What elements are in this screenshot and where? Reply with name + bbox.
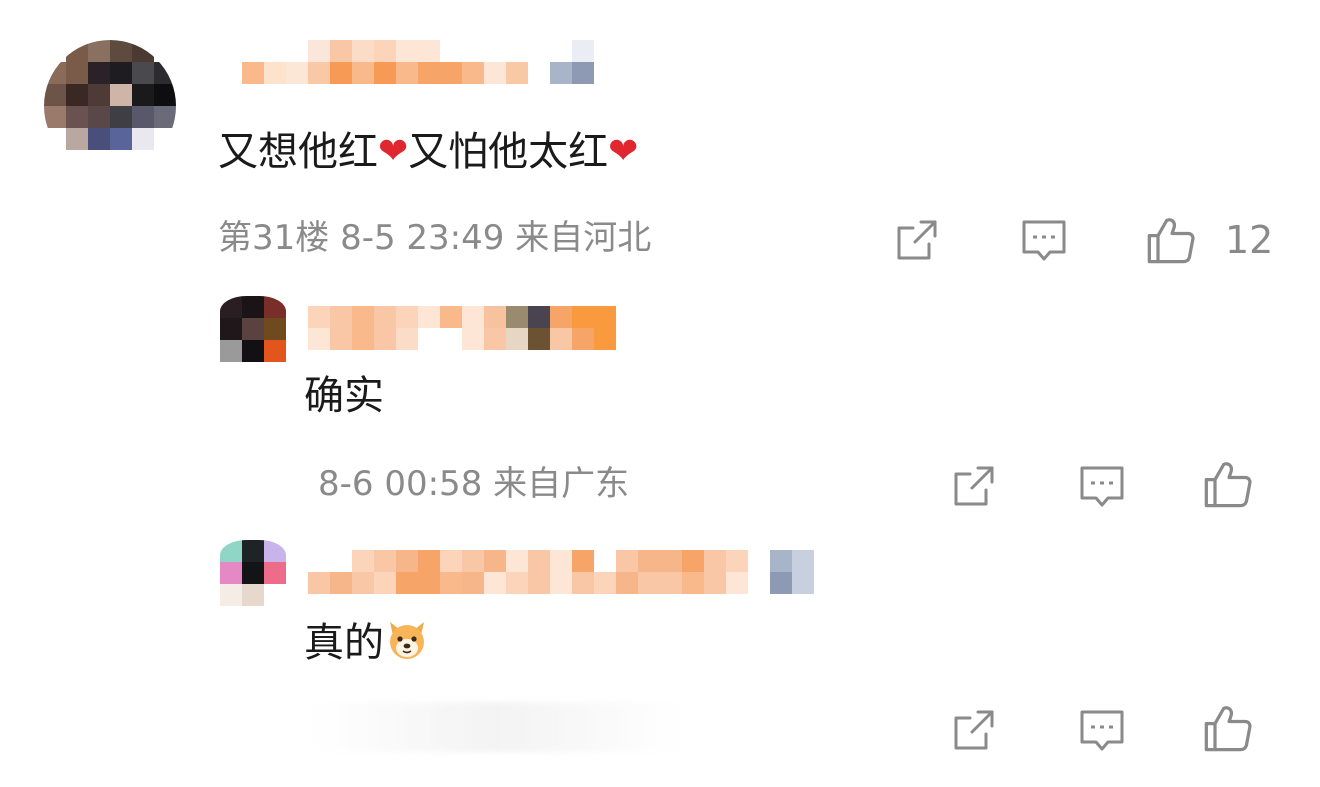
thumbs-up-icon[interactable]	[1145, 214, 1197, 266]
share-icon[interactable]	[950, 706, 998, 754]
avatar[interactable]	[44, 40, 176, 172]
username-blurred[interactable]	[308, 306, 616, 350]
share-icon[interactable]	[950, 462, 998, 510]
avatar[interactable]	[220, 540, 286, 617]
red-heart-emoji: ❤	[378, 131, 409, 172]
faded-text-blur	[312, 702, 682, 752]
avatar[interactable]	[220, 296, 286, 373]
comment-text: 又想他红❤又怕他太红❤	[218, 128, 638, 176]
comment-text-part1: 又想他红	[218, 129, 378, 175]
reply-text: 确实	[304, 373, 384, 419]
comment-icon[interactable]	[1078, 462, 1126, 510]
comment-icon[interactable]	[1020, 216, 1068, 264]
reply-meta: 8-6 00:58 来自广东	[318, 464, 630, 504]
like-count: 12	[1225, 218, 1274, 262]
username-blurred[interactable]	[308, 550, 814, 594]
dog-face-emoji	[384, 616, 430, 662]
thumbs-up-icon[interactable]	[1202, 458, 1254, 510]
red-heart-emoji: ❤	[608, 131, 639, 172]
thumbs-up-icon[interactable]	[1202, 702, 1254, 754]
reply-text: 真的	[304, 616, 430, 667]
comment-text-part2: 又怕他太红	[408, 129, 609, 175]
reply-text-content: 真的	[304, 620, 384, 666]
comment-meta: 第31楼 8-5 23:49 来自河北	[218, 218, 652, 258]
comment-icon[interactable]	[1078, 706, 1126, 754]
username-blurred[interactable]	[242, 40, 594, 84]
share-icon[interactable]	[893, 216, 941, 264]
